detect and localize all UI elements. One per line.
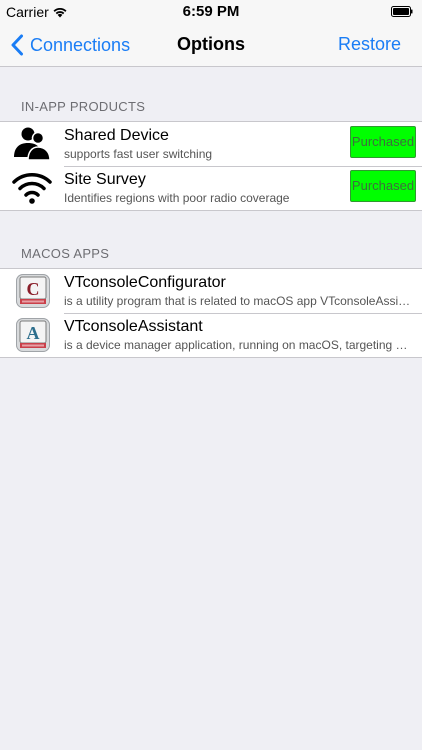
app-subtitle: is a utility program that is related to …	[64, 294, 414, 308]
wifi-icon	[12, 173, 52, 204]
in-app-products-group: Shared Device supports fast user switchi…	[0, 121, 422, 211]
status-bar: Carrier 6:59 PM	[0, 0, 422, 24]
chevron-left-icon	[11, 34, 23, 56]
macos-apps-group: C VTconsoleConfigurator is a utility pro…	[0, 268, 422, 358]
purchased-button[interactable]: Purchased	[350, 126, 416, 158]
navigation-bar: Connections Options Restore	[0, 24, 422, 67]
users-icon	[14, 127, 51, 161]
status-time: 6:59 PM	[182, 3, 240, 20]
battery-icon	[391, 6, 413, 17]
purchased-button[interactable]: Purchased	[350, 170, 416, 202]
back-button[interactable]: Connections	[10, 32, 130, 58]
product-title: Site Survey	[64, 171, 146, 188]
product-row-site-survey[interactable]: Site Survey Identifies regions with poor…	[0, 166, 422, 210]
product-subtitle: supports fast user switching	[64, 147, 213, 161]
vtconsole-configurator-icon: C	[16, 274, 50, 308]
app-row-vtconsole-configurator[interactable]: C VTconsoleConfigurator is a utility pro…	[0, 269, 422, 313]
product-subtitle: Identifies regions with poor radio cover…	[64, 191, 290, 205]
icon-letter: A	[27, 323, 40, 343]
app-subtitle: is a device manager application, running…	[64, 338, 414, 352]
app-title: VTconsoleAssistant	[64, 318, 203, 335]
back-button-label: Connections	[30, 34, 131, 55]
product-title: Shared Device	[64, 127, 169, 144]
restore-button[interactable]: Restore	[338, 34, 401, 55]
section-header-in-app-products: IN-APP PRODUCTS	[21, 99, 146, 114]
product-row-shared-device[interactable]: Shared Device supports fast user switchi…	[0, 122, 422, 166]
icon-letter: C	[27, 279, 40, 299]
app-title: VTconsoleConfigurator	[64, 274, 226, 291]
app-row-vtconsole-assistant[interactable]: A VTconsoleAssistant is a device manager…	[0, 313, 422, 357]
vtconsole-assistant-icon: A	[16, 318, 50, 352]
section-header-macos-apps: MACOS APPS	[21, 246, 110, 261]
